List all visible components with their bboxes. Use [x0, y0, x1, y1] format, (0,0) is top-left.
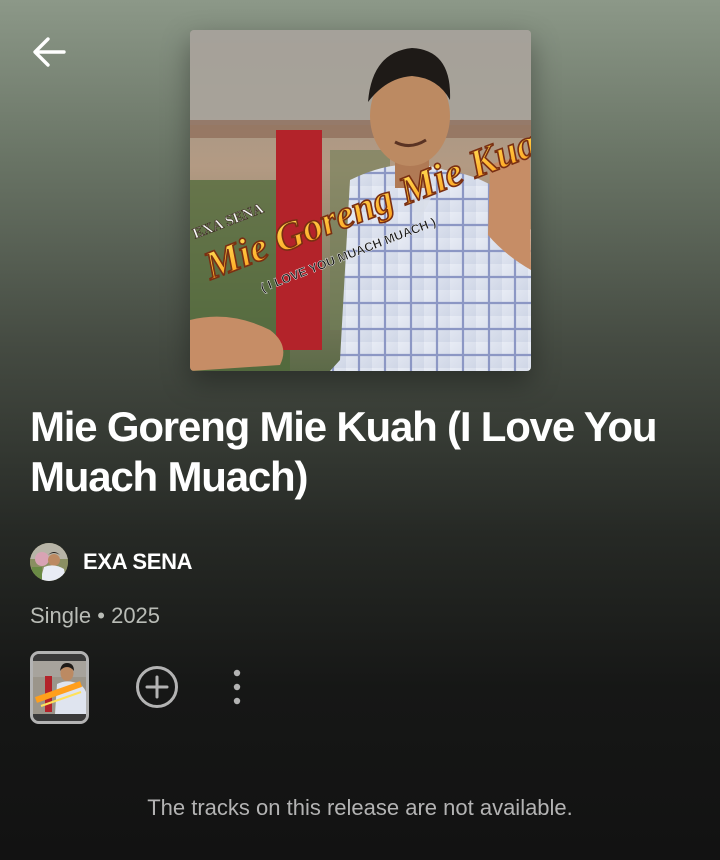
artist-link[interactable]: EXA SENA	[30, 543, 193, 581]
plus-circle-icon	[136, 666, 178, 708]
album-title: Mie Goreng Mie Kuah (I Love You Muach Mu…	[30, 403, 658, 500]
release-info: Single • 2025	[30, 603, 161, 628]
arrow-left-icon	[33, 37, 66, 67]
artist-avatar	[30, 543, 68, 581]
unavailable-message: The tracks on this release are not avail…	[147, 795, 573, 820]
back-button[interactable]	[28, 30, 72, 74]
artist-name: EXA SENA	[83, 549, 193, 574]
more-options-button[interactable]	[225, 665, 249, 709]
more-vertical-icon	[233, 669, 241, 705]
add-to-library-button[interactable]	[135, 665, 179, 709]
album-cover: EXA SENA Mie Goreng Mie Kuah ( I LOVE YO…	[190, 30, 531, 371]
album-thumbnail	[33, 653, 86, 721]
album-preview-button[interactable]	[30, 650, 89, 724]
action-bar	[30, 650, 249, 724]
